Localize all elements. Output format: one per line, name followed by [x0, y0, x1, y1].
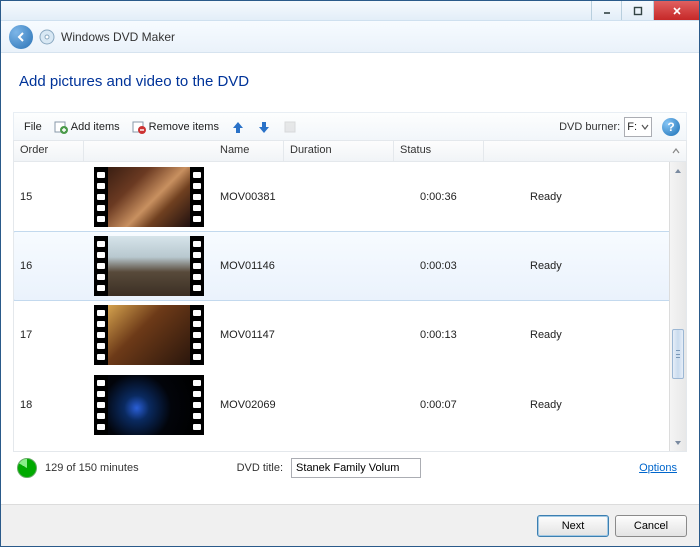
disc-usage-pie-icon: [17, 458, 37, 478]
chevron-up-icon: [674, 167, 682, 175]
add-items-button[interactable]: Add items: [50, 118, 124, 136]
arrow-down-icon: [257, 120, 271, 134]
col-header-status[interactable]: Status: [394, 141, 484, 161]
scroll-track[interactable]: [670, 179, 686, 434]
footer-info: 129 of 150 minutes DVD title: Options: [13, 452, 687, 484]
row-order: 15: [14, 191, 84, 203]
cancel-button[interactable]: Cancel: [615, 515, 687, 537]
burner-value: F:: [627, 121, 637, 133]
move-down-button[interactable]: [253, 118, 275, 136]
disabled-icon: [283, 120, 297, 134]
help-button[interactable]: ?: [662, 118, 680, 136]
row-duration: 0:00:07: [414, 399, 524, 411]
chevron-down-icon: [641, 123, 649, 131]
back-button[interactable]: [9, 25, 33, 49]
minimize-button[interactable]: [591, 1, 621, 20]
col-header-end: [484, 141, 686, 161]
filmstrip-icon: [94, 167, 204, 227]
row-name: MOV01147: [214, 329, 414, 341]
row-name: MOV00381: [214, 191, 414, 203]
dvd-title-label: DVD title:: [237, 462, 283, 474]
table-row[interactable]: 15 MOV003810:00:36Ready: [14, 162, 686, 232]
button-footer: Next Cancel: [1, 504, 699, 546]
table-row[interactable]: 17 MOV011470:00:13Ready: [14, 300, 686, 370]
row-order: 18: [14, 399, 84, 411]
row-order: 16: [14, 260, 84, 272]
options-link[interactable]: Options: [639, 462, 677, 474]
row-thumb: [84, 305, 214, 365]
col-header-name[interactable]: Name: [84, 141, 284, 161]
cancel-button-label: Cancel: [634, 520, 668, 532]
chevron-up-icon: [672, 147, 680, 155]
list-body: 15MOV003810:00:36Ready16MOV011460:00:03R…: [13, 162, 687, 452]
row-duration: 0:00:36: [414, 191, 524, 203]
row-status: Ready: [524, 191, 614, 203]
table-row[interactable]: 18 MOV020690:00:07Ready: [14, 370, 686, 440]
list-header: Order Name Duration Status: [13, 140, 687, 162]
content-area: Add pictures and video to the DVD File A…: [1, 53, 699, 504]
dvd-title-input[interactable]: [291, 458, 421, 478]
row-name: MOV02069: [214, 399, 414, 411]
burner-select[interactable]: F:: [624, 117, 652, 137]
table-row[interactable]: 16 MOV011460:00:03Ready: [13, 231, 687, 301]
chevron-down-icon: [674, 439, 682, 447]
move-up-button[interactable]: [227, 118, 249, 136]
row-duration: 0:00:03: [414, 260, 524, 272]
file-menu[interactable]: File: [20, 119, 46, 135]
remove-icon: [132, 120, 146, 134]
maximize-button[interactable]: [621, 1, 653, 20]
add-icon: [54, 120, 68, 134]
row-duration: 0:00:13: [414, 329, 524, 341]
navbar: Windows DVD Maker: [1, 21, 699, 53]
row-thumb: [84, 167, 214, 227]
remove-items-label: Remove items: [149, 121, 219, 133]
scroll-down-button[interactable]: [670, 434, 686, 451]
filmstrip-icon: [94, 375, 204, 435]
col-header-order[interactable]: Order: [14, 141, 84, 161]
row-order: 17: [14, 329, 84, 341]
row-thumb: [84, 236, 214, 296]
row-status: Ready: [524, 260, 614, 272]
app-title: Windows DVD Maker: [61, 30, 175, 44]
page-heading: Add pictures and video to the DVD: [13, 63, 687, 112]
next-button-label: Next: [562, 520, 585, 532]
remove-items-button[interactable]: Remove items: [128, 118, 223, 136]
app-icon: [39, 29, 55, 45]
burner-label: DVD burner:: [559, 121, 620, 133]
row-thumb: [84, 375, 214, 435]
close-button[interactable]: [653, 1, 699, 20]
toolbar: File Add items Remove items DVD burner:: [13, 112, 687, 140]
scrollbar[interactable]: [669, 162, 686, 451]
row-status: Ready: [524, 399, 614, 411]
window-frame: Windows DVD Maker Add pictures and video…: [0, 0, 700, 547]
titlebar: [1, 1, 699, 21]
row-name: MOV01146: [214, 260, 414, 272]
row-status: Ready: [524, 329, 614, 341]
disabled-tool-button: [279, 118, 301, 136]
scroll-up-button[interactable]: [670, 162, 686, 179]
file-menu-label: File: [24, 121, 42, 133]
filmstrip-icon: [94, 305, 204, 365]
col-header-duration[interactable]: Duration: [284, 141, 394, 161]
scroll-thumb[interactable]: [672, 329, 684, 379]
minutes-text: 129 of 150 minutes: [45, 462, 139, 474]
filmstrip-icon: [94, 236, 204, 296]
add-items-label: Add items: [71, 121, 120, 133]
arrow-up-icon: [231, 120, 245, 134]
next-button[interactable]: Next: [537, 515, 609, 537]
